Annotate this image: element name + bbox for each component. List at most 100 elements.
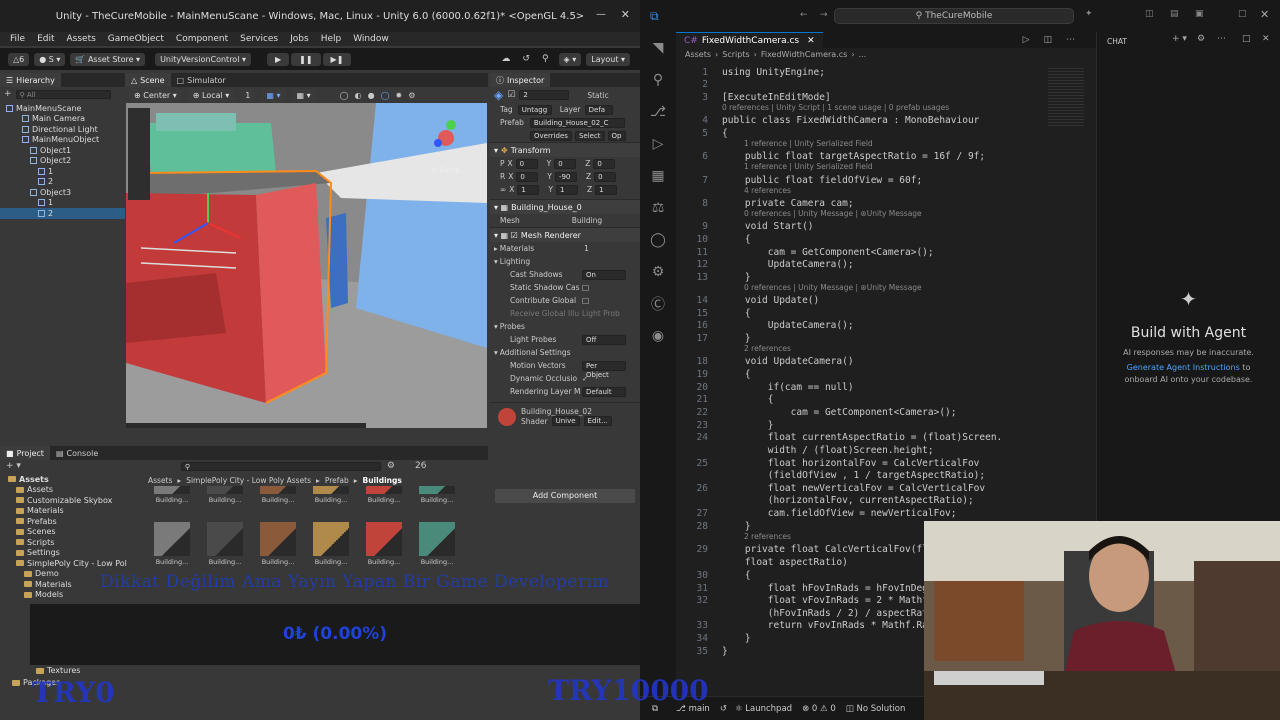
add-icon[interactable]: +: [4, 89, 12, 99]
code-line[interactable]: float horizontalFov = CalcVerticalFov: [722, 458, 980, 469]
code-line[interactable]: cam = GetComponent<Camera>();: [722, 407, 957, 418]
search-sidebar-icon[interactable]: ⚲: [640, 64, 676, 96]
tab-close-icon[interactable]: ✕: [807, 36, 815, 46]
project-folder-item[interactable]: SimplePoly City - Low Pol: [8, 558, 138, 569]
hierarchy-item[interactable]: MainMenuObject: [0, 135, 125, 146]
rendering-layer-dropdown[interactable]: Default: [582, 386, 626, 397]
history-icon[interactable]: ↺: [522, 54, 530, 64]
code-line[interactable]: private Camera cam;: [722, 198, 854, 209]
select-button[interactable]: Select: [574, 130, 605, 141]
breadcrumb-scripts-folder[interactable]: Scripts: [722, 50, 749, 59]
position-x-field[interactable]: 0: [515, 158, 538, 169]
code-line[interactable]: {: [722, 308, 751, 319]
snap-icon[interactable]: ▦ ▾: [291, 88, 316, 102]
tag-dropdown[interactable]: Untagg: [517, 104, 552, 115]
effects-icon[interactable]: ✹: [396, 91, 403, 100]
static-label[interactable]: Static: [587, 91, 608, 100]
new-chat-icon[interactable]: + ▾: [1172, 34, 1187, 44]
tab-project[interactable]: ■ Project: [0, 446, 50, 460]
contribute-gi-checkbox[interactable]: □: [582, 296, 589, 305]
motion-vectors-dropdown[interactable]: Per Object: [582, 360, 626, 379]
layout-icon[interactable]: ◫: [1145, 9, 1154, 19]
menu-assets[interactable]: Assets: [67, 34, 96, 44]
code-line[interactable]: {: [722, 369, 751, 380]
sidebar-toggle-icon[interactable]: ▤: [1170, 9, 1179, 19]
code-line[interactable]: {: [722, 234, 751, 245]
code-line[interactable]: }: [722, 633, 751, 644]
codelens[interactable]: 0 references | Unity Message | ⊛Unity Me…: [744, 283, 922, 292]
breadcrumb-assets-folder[interactable]: Assets: [685, 50, 711, 59]
codelens[interactable]: 0 references | Unity Script | 1 scene us…: [722, 103, 949, 112]
code-line[interactable]: return vFovInRads * Mathf.Ra: [722, 620, 928, 631]
project-folder-item[interactable]: Settings: [8, 548, 138, 559]
solution-status[interactable]: ◫ No Solution: [846, 704, 906, 714]
generate-instructions-link[interactable]: Generate Agent Instructions: [1127, 363, 1240, 372]
problems-status[interactable]: ⊗ 0 ⚠ 0: [802, 704, 836, 714]
codelens[interactable]: 0 references | Unity Message | ⊛Unity Me…: [744, 209, 922, 218]
pivot-dropdown[interactable]: ⊕ Center ▾: [129, 88, 182, 102]
scale-z-field[interactable]: 1: [595, 184, 618, 195]
minimap[interactable]: [1048, 68, 1084, 128]
code-line[interactable]: private float CalcVerticalFov(fl: [722, 544, 928, 555]
code-line[interactable]: (horizontalFov, currentAspectRatio);: [722, 495, 974, 506]
vscode-close-icon[interactable]: ✕: [1260, 8, 1269, 21]
maximize-icon[interactable]: □: [1238, 9, 1247, 19]
probes-section[interactable]: ▾ Probes: [490, 320, 640, 333]
hierarchy-item[interactable]: Object3: [0, 187, 125, 198]
hierarchy-item[interactable]: Object2: [0, 156, 125, 167]
codelens[interactable]: 4 references: [744, 186, 791, 195]
chat-more-icon[interactable]: ⋯: [1217, 34, 1226, 44]
close-icon[interactable]: ✕: [621, 8, 630, 21]
scene-camera-icon[interactable]: ◯: [381, 91, 390, 100]
hierarchy-item[interactable]: 1: [0, 198, 125, 209]
layout-dropdown[interactable]: Layout ▾: [586, 52, 631, 66]
hierarchy-item[interactable]: MainMenuScane: [0, 103, 125, 114]
object-name-field[interactable]: 2: [519, 90, 570, 100]
menu-component[interactable]: Component: [176, 34, 228, 44]
prefab-field[interactable]: Building_House_02_C: [529, 117, 625, 128]
hierarchy-item[interactable]: 1: [0, 166, 125, 177]
menu-services[interactable]: Services: [240, 34, 278, 44]
menu-file[interactable]: File: [10, 34, 25, 44]
menu-gameobject[interactable]: GameObject: [108, 34, 164, 44]
remote-icon[interactable]: ◯: [640, 224, 676, 256]
codelens[interactable]: 1 reference | Unity Serialized Field: [744, 162, 873, 171]
project-search-input[interactable]: ⚲: [180, 461, 381, 471]
scale-lock-icon[interactable]: ∞: [500, 185, 506, 194]
edit-shader-button[interactable]: Edit...: [583, 416, 612, 426]
tab-simulator[interactable]: □ Simulator: [171, 73, 232, 87]
project-folder-item[interactable]: Prefabs: [8, 516, 138, 527]
active-checkbox[interactable]: ☑: [507, 90, 515, 100]
hierarchy-item[interactable]: Main Camera: [0, 114, 125, 125]
tab-console[interactable]: ▤ Console: [50, 446, 104, 460]
scale-y-field[interactable]: 1: [555, 184, 578, 195]
light-probes-dropdown[interactable]: Off: [582, 334, 626, 345]
rotation-z-field[interactable]: 0: [594, 171, 617, 182]
additional-settings-section[interactable]: ▾ Additional Settings: [490, 346, 640, 359]
explorer-icon[interactable]: ◥: [640, 32, 676, 64]
hierarchy-item[interactable]: 2: [0, 177, 125, 188]
project-folder-item[interactable]: Assets: [8, 474, 138, 485]
project-folder-item[interactable]: Materials: [8, 506, 138, 517]
step-button[interactable]: ▶❚: [322, 52, 352, 66]
account-dropdown[interactable]: ● S ▾: [34, 52, 66, 66]
mesh-filter-header[interactable]: ▾ ▦ Building_House_0: [490, 199, 640, 214]
forward-icon[interactable]: →: [820, 10, 828, 20]
menu-window[interactable]: Window: [353, 34, 389, 44]
extensions-icon[interactable]: ▦: [640, 160, 676, 192]
project-folder-item[interactable]: Scripts: [8, 537, 138, 548]
rotation-x-field[interactable]: 0: [516, 171, 539, 182]
layer-dropdown[interactable]: Defa: [584, 104, 613, 115]
code-line[interactable]: {: [722, 394, 774, 405]
code-line[interactable]: (hFovInRads / 2) / aspectRat: [722, 608, 928, 619]
code-line[interactable]: }: [722, 420, 774, 431]
launchpad-status[interactable]: ⚛ Launchpad: [735, 704, 792, 714]
code-line[interactable]: public float fieldOfView = 60f;: [722, 175, 922, 186]
play-button[interactable]: ▶: [266, 52, 290, 66]
search-icon[interactable]: ⚲: [542, 54, 549, 64]
code-line[interactable]: UpdateCamera();: [722, 320, 854, 331]
grid-toggle-icon[interactable]: ▦ ▾: [261, 88, 286, 102]
static-shadow-checkbox[interactable]: □: [582, 283, 589, 292]
code-line[interactable]: cam = GetComponent<Camera>();: [722, 247, 934, 258]
gizmos-icon[interactable]: ⚙: [408, 91, 415, 100]
